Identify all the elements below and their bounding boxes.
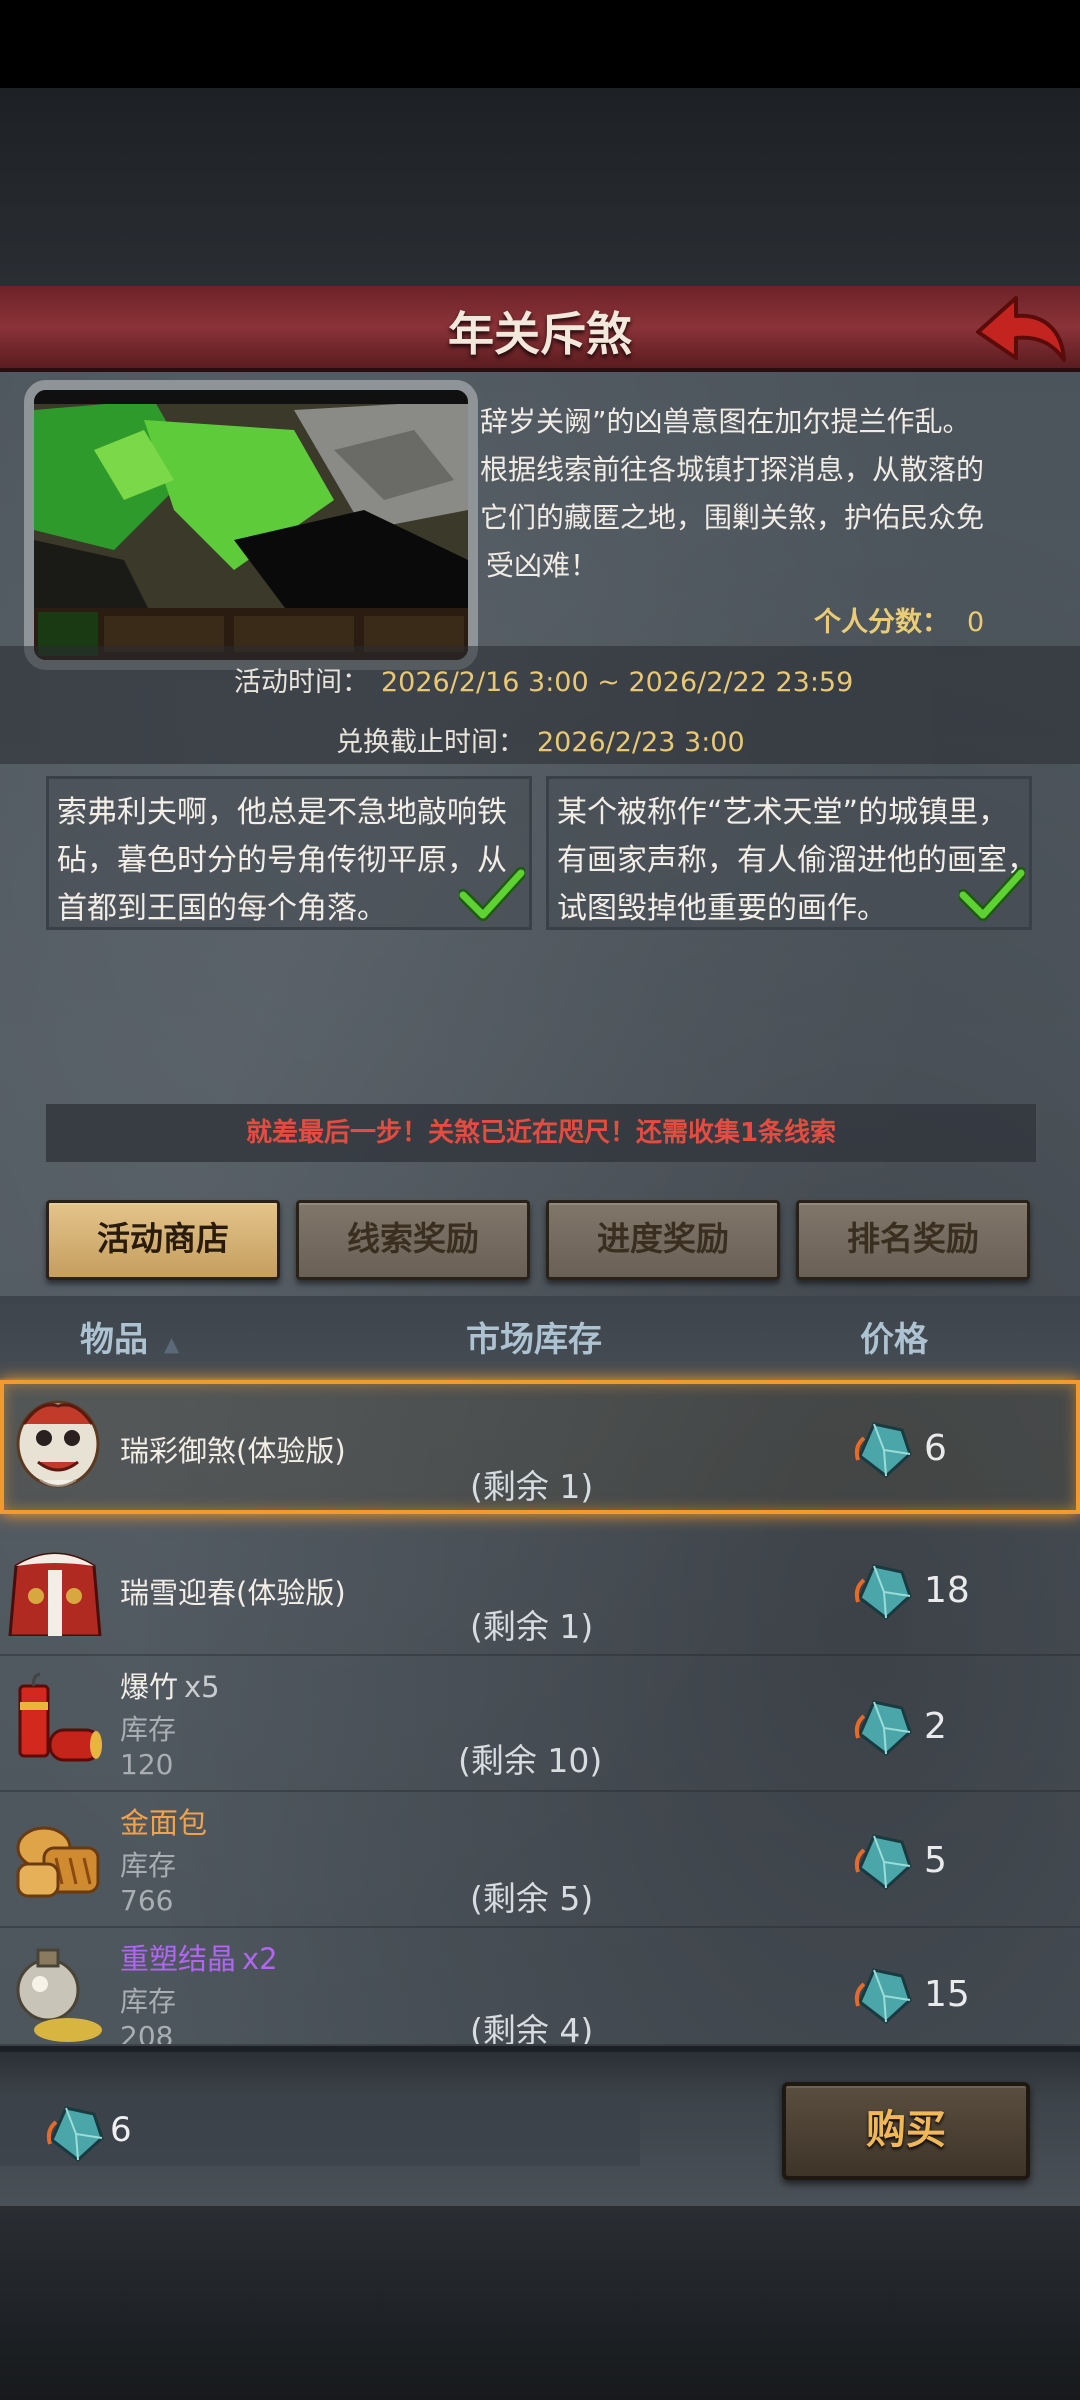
item-name: 爆竹 x5 xyxy=(120,1664,220,1706)
clue-text-line: 索弗利夫啊，他总是不急地敲响铁 xyxy=(57,795,507,830)
exchange-deadline-label: 兑换截止时间： xyxy=(336,727,525,758)
item-quantity: x2 xyxy=(242,1942,278,1976)
crystal-currency-icon xyxy=(46,2106,104,2162)
exchange-deadline-value: 2026/2/23 3:00 xyxy=(537,727,745,758)
item-name-text: 金面包 xyxy=(120,1806,208,1840)
item-stock-label: 库存 xyxy=(120,1849,177,1882)
item-name-text: 瑞彩御煞(体验版) xyxy=(120,1434,346,1468)
item-price: 5 xyxy=(924,1840,947,1881)
lion-dance-icon xyxy=(16,1400,100,1488)
tab-event-shop[interactable]: 活动商店 xyxy=(46,1200,280,1280)
item-price: 6 xyxy=(924,1428,947,1469)
item-remaining: (剩余 1) xyxy=(470,1467,594,1506)
event-time-value: 2026/2/16 3:00 ~ 2026/2/22 23:59 xyxy=(381,667,854,698)
item-quantity: x5 xyxy=(184,1670,220,1704)
page-title: 年关斥煞 xyxy=(448,307,632,361)
item-remaining: (剩余 4) xyxy=(470,2011,594,2044)
clue-card[interactable]: 某个被称作“艺术天堂”的城镇里， 有画家声称，有人偷溜进他的画室， 试图毁掉他重… xyxy=(546,776,1032,930)
description-line: 它们的藏匿之地，围剿关煞，护佑民众免 xyxy=(480,501,985,534)
item-remaining: (剩余 10) xyxy=(458,1741,603,1780)
item-stock-value: 120 xyxy=(120,1748,174,1781)
item-name: 瑞彩御煞(体验版) xyxy=(120,1428,346,1470)
crystal-currency-icon xyxy=(854,1700,912,1756)
background-overlay-bottom xyxy=(0,2206,1080,2400)
crystal-flask-icon xyxy=(16,1948,102,2042)
personal-score: 个人分数： 0 xyxy=(814,600,984,639)
column-header-item[interactable]: 物品 ▲ xyxy=(80,1312,179,1361)
buy-button[interactable]: 购买 xyxy=(782,2082,1030,2180)
item-name-text: 瑞雪迎春(体验版) xyxy=(120,1576,346,1610)
item-stock-label: 库存 xyxy=(120,1985,177,2018)
crystal-currency-icon xyxy=(854,1422,912,1478)
currency-balance: 6 xyxy=(110,2110,132,2150)
item-stock-value: 766 xyxy=(120,1884,174,1917)
item-price: 15 xyxy=(924,1974,970,2015)
item-price: 18 xyxy=(924,1570,970,1611)
winter-costume-icon xyxy=(8,1552,102,1636)
sort-arrow-icon: ▲ xyxy=(163,1332,180,1356)
tab-ranking-rewards[interactable]: 排名奖励 xyxy=(796,1200,1030,1280)
check-icon xyxy=(959,867,1025,921)
tab-progress-rewards[interactable]: 进度奖励 xyxy=(546,1200,780,1280)
item-name: 重塑结晶 x2 xyxy=(120,1936,278,1978)
column-item-label: 物品 xyxy=(80,1320,148,1360)
clue-text-line: 某个被称作“艺术天堂”的城镇里， xyxy=(557,795,1009,830)
item-remaining: (剩余 1) xyxy=(470,1607,594,1646)
clue-text-line: 首都到王国的每个角落。 xyxy=(57,891,387,926)
golden-bread-icon xyxy=(16,1826,100,1898)
tab-clue-rewards[interactable]: 线索奖励 xyxy=(296,1200,530,1280)
clue-text-line: 有画家声称，有人偷溜进他的画室， xyxy=(557,843,1021,878)
description-line: 根据线索前往各城镇打探消息，从散落的 xyxy=(480,453,985,486)
firecracker-icon xyxy=(18,1672,102,1762)
description-line: 受凶难！ xyxy=(486,549,599,582)
crystal-currency-icon xyxy=(854,1968,912,2024)
event-time-row: 活动时间： 2026/2/16 3:00 ~ 2026/2/22 23:59 xyxy=(234,660,853,699)
event-description: 辞岁关阙”的凶兽意图在加尔提兰作乱。 根据线索前往各城镇打探消息，从散落的 它们… xyxy=(480,398,985,590)
score-label: 个人分数： xyxy=(814,607,949,638)
clue-text-line: 试图毁掉他重要的画作。 xyxy=(557,891,887,926)
progress-hint: 就差最后一步！关煞已近在咫尺！还需收集1条线索 xyxy=(46,1104,1036,1162)
column-header-price: 价格 xyxy=(860,1320,928,1360)
description-line: 辞岁关阙”的凶兽意图在加尔提兰作乱。 xyxy=(480,405,971,438)
crystal-currency-icon xyxy=(854,1564,912,1620)
item-name-text: 重塑结晶 xyxy=(120,1942,237,1976)
clue-card[interactable]: 索弗利夫啊，他总是不急地敲响铁 砧，暮色时分的号角传彻平原，从 首都到王国的每个… xyxy=(46,776,532,930)
item-name-text: 爆竹 xyxy=(120,1670,179,1704)
crystal-currency-icon xyxy=(854,1834,912,1890)
item-name: 瑞雪迎春(体验版) xyxy=(120,1570,346,1612)
check-icon xyxy=(459,867,525,921)
item-price: 2 xyxy=(924,1706,947,1747)
item-remaining: (剩余 5) xyxy=(470,1879,594,1918)
item-stock-value: 208 xyxy=(120,2020,174,2044)
score-value: 0 xyxy=(967,607,985,638)
item-stock-label: 库存 xyxy=(120,1713,177,1746)
exchange-deadline-row: 兑换截止时间： 2026/2/23 3:00 xyxy=(336,720,745,759)
clue-text-line: 砧，暮色时分的号角传彻平原，从 xyxy=(57,843,507,878)
item-name: 金面包 xyxy=(120,1800,207,1842)
event-time-label: 活动时间： xyxy=(234,667,369,698)
status-bar xyxy=(0,0,1080,88)
background-overlay-top xyxy=(0,88,1080,286)
back-arrow-icon[interactable] xyxy=(970,290,1070,370)
event-map-thumbnail[interactable] xyxy=(24,380,478,670)
column-header-stock: 市场库存 xyxy=(466,1320,602,1360)
